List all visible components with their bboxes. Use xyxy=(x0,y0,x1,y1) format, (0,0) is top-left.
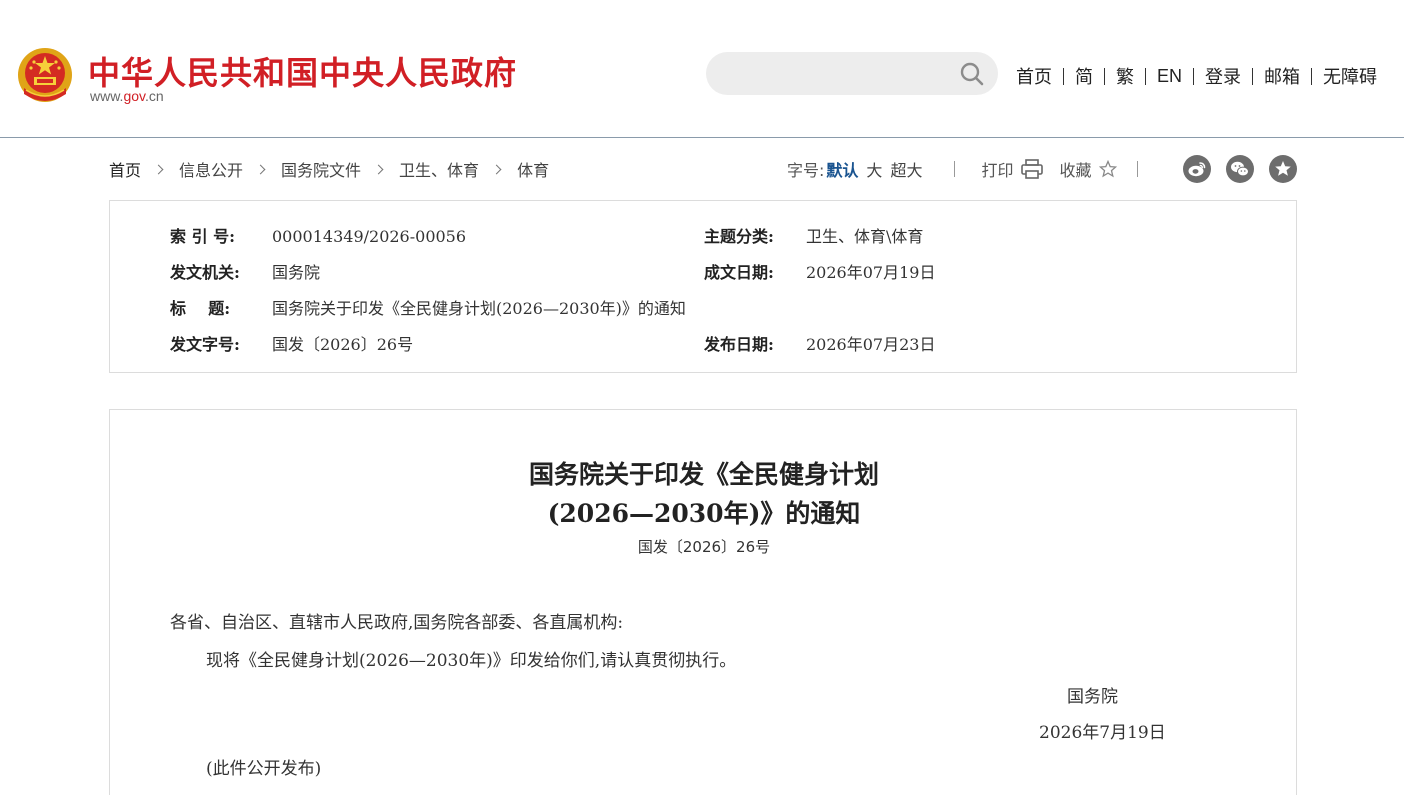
meta-issuer: 发文机关: 国务院 xyxy=(170,259,320,283)
meta-written-date: 成文日期: 2026年07月19日 xyxy=(704,259,935,283)
meta-doc-no: 发文字号: 国发〔2026〕26号 xyxy=(170,331,413,355)
nav-divider xyxy=(1311,67,1313,85)
font-size-large-button[interactable]: 大 xyxy=(866,157,882,181)
chevron-right-icon xyxy=(153,164,164,174)
nav-simplified[interactable]: 简 xyxy=(1075,63,1093,89)
breadcrumb-info-disclosure[interactable]: 信息公开 xyxy=(179,157,243,181)
meta-label: 发布日期: xyxy=(704,335,774,354)
article-salutation: 各省、自治区、直辖市人民政府,国务院各部委、各直属机构: xyxy=(170,613,624,633)
chevron-right-icon xyxy=(373,164,384,174)
meta-index-no: 索 引 号: 000014349/2026-00056 xyxy=(170,223,466,247)
meta-value: 2026年07月19日 xyxy=(806,263,936,282)
nav-accessibility[interactable]: 无障碍 xyxy=(1323,63,1377,89)
nav-divider xyxy=(1145,67,1146,85)
nav-english[interactable]: EN xyxy=(1157,66,1182,87)
wechat-icon[interactable] xyxy=(1226,155,1254,183)
article-signature: 国务院 xyxy=(1067,687,1118,707)
meta-category: 主题分类: 卫生、体育\体育 xyxy=(704,223,923,247)
article-publication-note: (此件公开发布) xyxy=(206,759,322,779)
star-icon[interactable] xyxy=(1269,155,1297,183)
article-title-line2: (2026—2030年)》的通知 xyxy=(547,499,861,528)
share-bar xyxy=(1183,155,1312,183)
site-domain-prefix: www. xyxy=(90,88,124,104)
nav-divider xyxy=(1252,67,1254,85)
nav-login[interactable]: 登录 xyxy=(1205,63,1241,89)
breadcrumb: 首页 信息公开 国务院文件 卫生、体育 体育 xyxy=(109,157,549,181)
nav-divider xyxy=(1063,67,1064,85)
national-emblem-icon[interactable] xyxy=(16,46,74,106)
font-size-default-button[interactable]: 默认 xyxy=(826,157,858,181)
nav-divider xyxy=(1193,67,1195,85)
weibo-icon[interactable] xyxy=(1183,155,1211,183)
meta-label: 发文机关: xyxy=(170,263,240,282)
breadcrumb-state-council-docs[interactable]: 国务院文件 xyxy=(281,157,361,181)
favorite-button[interactable]: 收藏 xyxy=(1059,157,1091,181)
meta-title: 标 题: 国务院关于印发《全民健身计划(2026—2030年)》的通知 xyxy=(170,295,686,319)
meta-label: 成文日期: xyxy=(704,263,774,282)
font-size-label: 字号: xyxy=(787,161,825,180)
search-icon[interactable] xyxy=(958,60,986,88)
chevron-right-icon xyxy=(491,164,502,174)
meta-value: 卫生、体育\体育 xyxy=(806,227,924,246)
article-paragraph: 现将《全民健身计划(2026—2030年)》印发给你们,请认真贯彻执行。 xyxy=(206,651,737,671)
chevron-right-icon xyxy=(255,164,266,174)
nav-mailbox[interactable]: 邮箱 xyxy=(1264,63,1300,89)
meta-value: 国发〔2026〕26号 xyxy=(272,335,414,354)
breadcrumb-sports[interactable]: 体育 xyxy=(517,157,549,181)
meta-label: 发文字号: xyxy=(170,335,240,354)
meta-value: 国务院关于印发《全民健身计划(2026—2030年)》的通知 xyxy=(272,299,686,318)
meta-label: 标 题: xyxy=(170,299,231,318)
printer-icon[interactable] xyxy=(1021,159,1044,179)
site-domain[interactable]: www.gov.cn xyxy=(90,88,164,104)
site-domain-suffix: .cn xyxy=(145,88,164,104)
meta-label: 索 引 号: xyxy=(170,227,236,246)
site-domain-main: gov xyxy=(123,88,145,104)
search-box xyxy=(706,52,998,95)
star-outline-icon[interactable] xyxy=(1099,160,1118,178)
site-header: 中华人民共和国中央人民政府 www.gov.cn 首页 简 繁 EN 登录 邮箱… xyxy=(0,0,1404,138)
meta-value: 2026年07月23日 xyxy=(806,335,936,354)
search-input[interactable] xyxy=(726,62,946,86)
meta-publish-date: 发布日期: 2026年07月23日 xyxy=(704,331,935,355)
nav-traditional[interactable]: 繁 xyxy=(1116,63,1134,89)
article-body: 国务院关于印发《全民健身计划 (2026—2030年)》的通知 国发〔2026〕… xyxy=(109,409,1297,795)
nav-divider xyxy=(1104,67,1105,85)
print-button[interactable]: 打印 xyxy=(981,157,1013,181)
breadcrumb-home[interactable]: 首页 xyxy=(109,157,141,181)
tools-divider xyxy=(1137,161,1139,177)
article-sign-date: 2026年7月19日 xyxy=(1039,723,1166,743)
breadcrumb-health-sports[interactable]: 卫生、体育 xyxy=(399,157,479,181)
meta-label: 主题分类: xyxy=(704,227,774,246)
nav-home[interactable]: 首页 xyxy=(1016,63,1052,89)
font-size-xlarge-button[interactable]: 超大 xyxy=(890,157,922,181)
article-doc-no: 国发〔2026〕26号 xyxy=(637,538,771,556)
meta-value: 000014349/2026-00056 xyxy=(272,227,467,246)
meta-value: 国务院 xyxy=(272,263,321,282)
article-title-line1: 国务院关于印发《全民健身计划 xyxy=(528,460,879,489)
page-tools: 字号: 默认 大 超大 打印 收藏 xyxy=(787,157,1160,181)
tools-divider xyxy=(954,161,956,177)
top-nav: 首页 简 繁 EN 登录 邮箱 无障碍 xyxy=(1016,63,1377,89)
document-meta-box: 索 引 号: 000014349/2026-00056 主题分类: 卫生、体育\体育… xyxy=(109,200,1297,373)
